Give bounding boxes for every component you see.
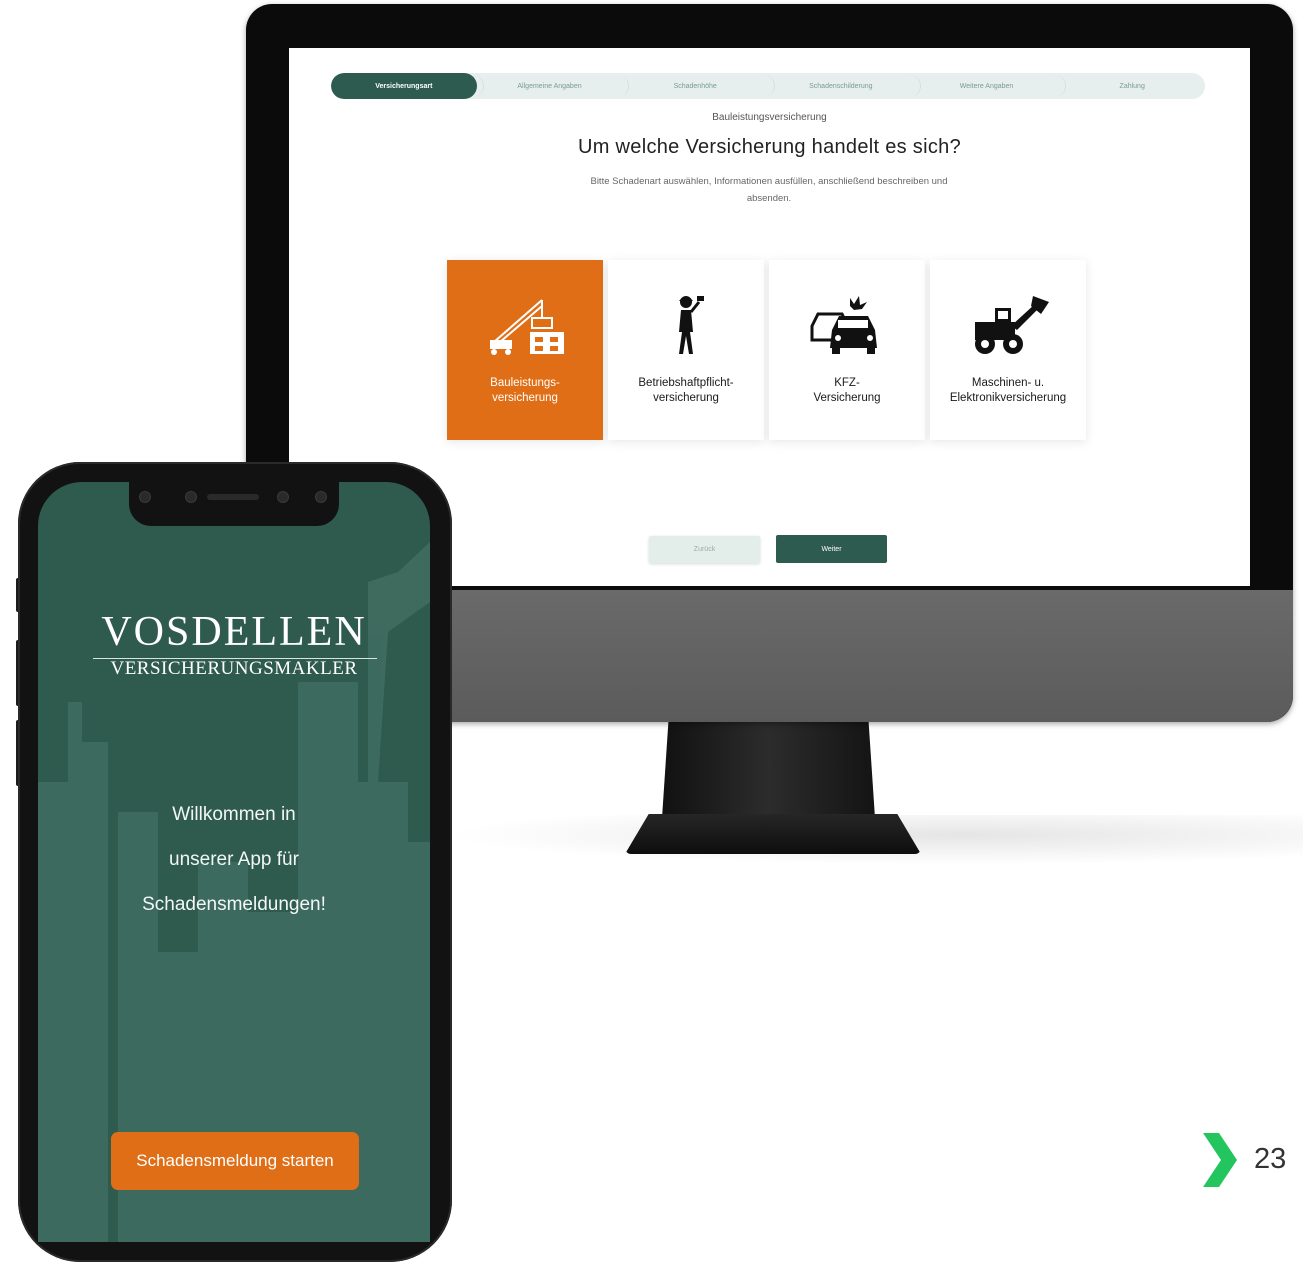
brand-logo-name: VOSDELLEN bbox=[101, 609, 367, 655]
welcome-text: Willkommen in unserer App für Schadensme… bbox=[142, 804, 326, 915]
page-title: Um welche Versicherung handelt es sich? bbox=[577, 136, 961, 158]
card-betriebshaftpflichtversicherung[interactable]: Betriebshaftpflicht- versicherung bbox=[608, 260, 764, 440]
card-maschinen-elektronikversicherung[interactable]: Maschinen- u. Elektronikversicherung bbox=[930, 260, 1086, 440]
earpiece-speaker bbox=[207, 494, 259, 500]
face-id-camera-icon bbox=[315, 491, 327, 503]
back-button[interactable]: Zurück bbox=[649, 536, 760, 563]
insurance-type-cards: Bauleistungs- versicherung Betriebshaftp… bbox=[447, 260, 1086, 440]
sensor-icon bbox=[277, 491, 289, 503]
phone-notch bbox=[129, 482, 339, 526]
step-zahlung[interactable]: Zahlung bbox=[1059, 73, 1205, 99]
car-crash-icon bbox=[810, 296, 877, 354]
card-label: KFZ- Versicherung bbox=[813, 377, 881, 404]
selected-type-overline: Bauleistungsversicherung bbox=[712, 112, 827, 123]
brand-logo-subtitle: VERSICHERUNGSMAKLER bbox=[110, 658, 358, 679]
step-weitere-angaben[interactable]: Weitere Angaben bbox=[914, 73, 1060, 99]
step-allgemeine-angaben[interactable]: Allgemeine Angaben bbox=[477, 73, 623, 99]
phone-screen: VOSDELLEN VERSICHERUNGSMAKLER Willkommen… bbox=[38, 482, 430, 1242]
card-label: Bauleistungs- versicherung bbox=[490, 377, 560, 404]
crane-building-icon bbox=[490, 299, 564, 355]
instruction-text: Bitte Schadenart auswählen, Informatione… bbox=[590, 176, 948, 204]
card-kfz-versicherung[interactable]: KFZ- Versicherung bbox=[769, 260, 925, 440]
step-versicherungsart[interactable]: Versicherungsart bbox=[331, 73, 477, 99]
monitor-stand bbox=[662, 722, 875, 818]
progress-stepper: Versicherungsart Allgemeine Angaben Scha… bbox=[331, 73, 1205, 99]
monitor-stand-base bbox=[625, 814, 921, 854]
step-schadenschilderung[interactable]: Schadenschilderung bbox=[768, 73, 914, 99]
next-button[interactable]: Weiter bbox=[776, 535, 887, 563]
card-bauleistungsversicherung[interactable]: Bauleistungs- versicherung bbox=[447, 260, 603, 440]
chevron-right-icon bbox=[1203, 1133, 1237, 1187]
step-schadenhoehe[interactable]: Schadenhöhe bbox=[622, 73, 768, 99]
wheel-loader-icon bbox=[975, 296, 1049, 354]
worker-icon bbox=[679, 296, 704, 354]
sensor-icon bbox=[139, 491, 151, 503]
front-camera-icon bbox=[185, 491, 197, 503]
card-label: Maschinen- u. Elektronikversicherung bbox=[949, 377, 1067, 404]
page-number: 23 bbox=[1254, 1143, 1287, 1175]
card-label: Betriebshaftpflicht- versicherung bbox=[638, 377, 734, 404]
start-claim-button[interactable]: Schadensmeldung starten bbox=[111, 1132, 359, 1190]
